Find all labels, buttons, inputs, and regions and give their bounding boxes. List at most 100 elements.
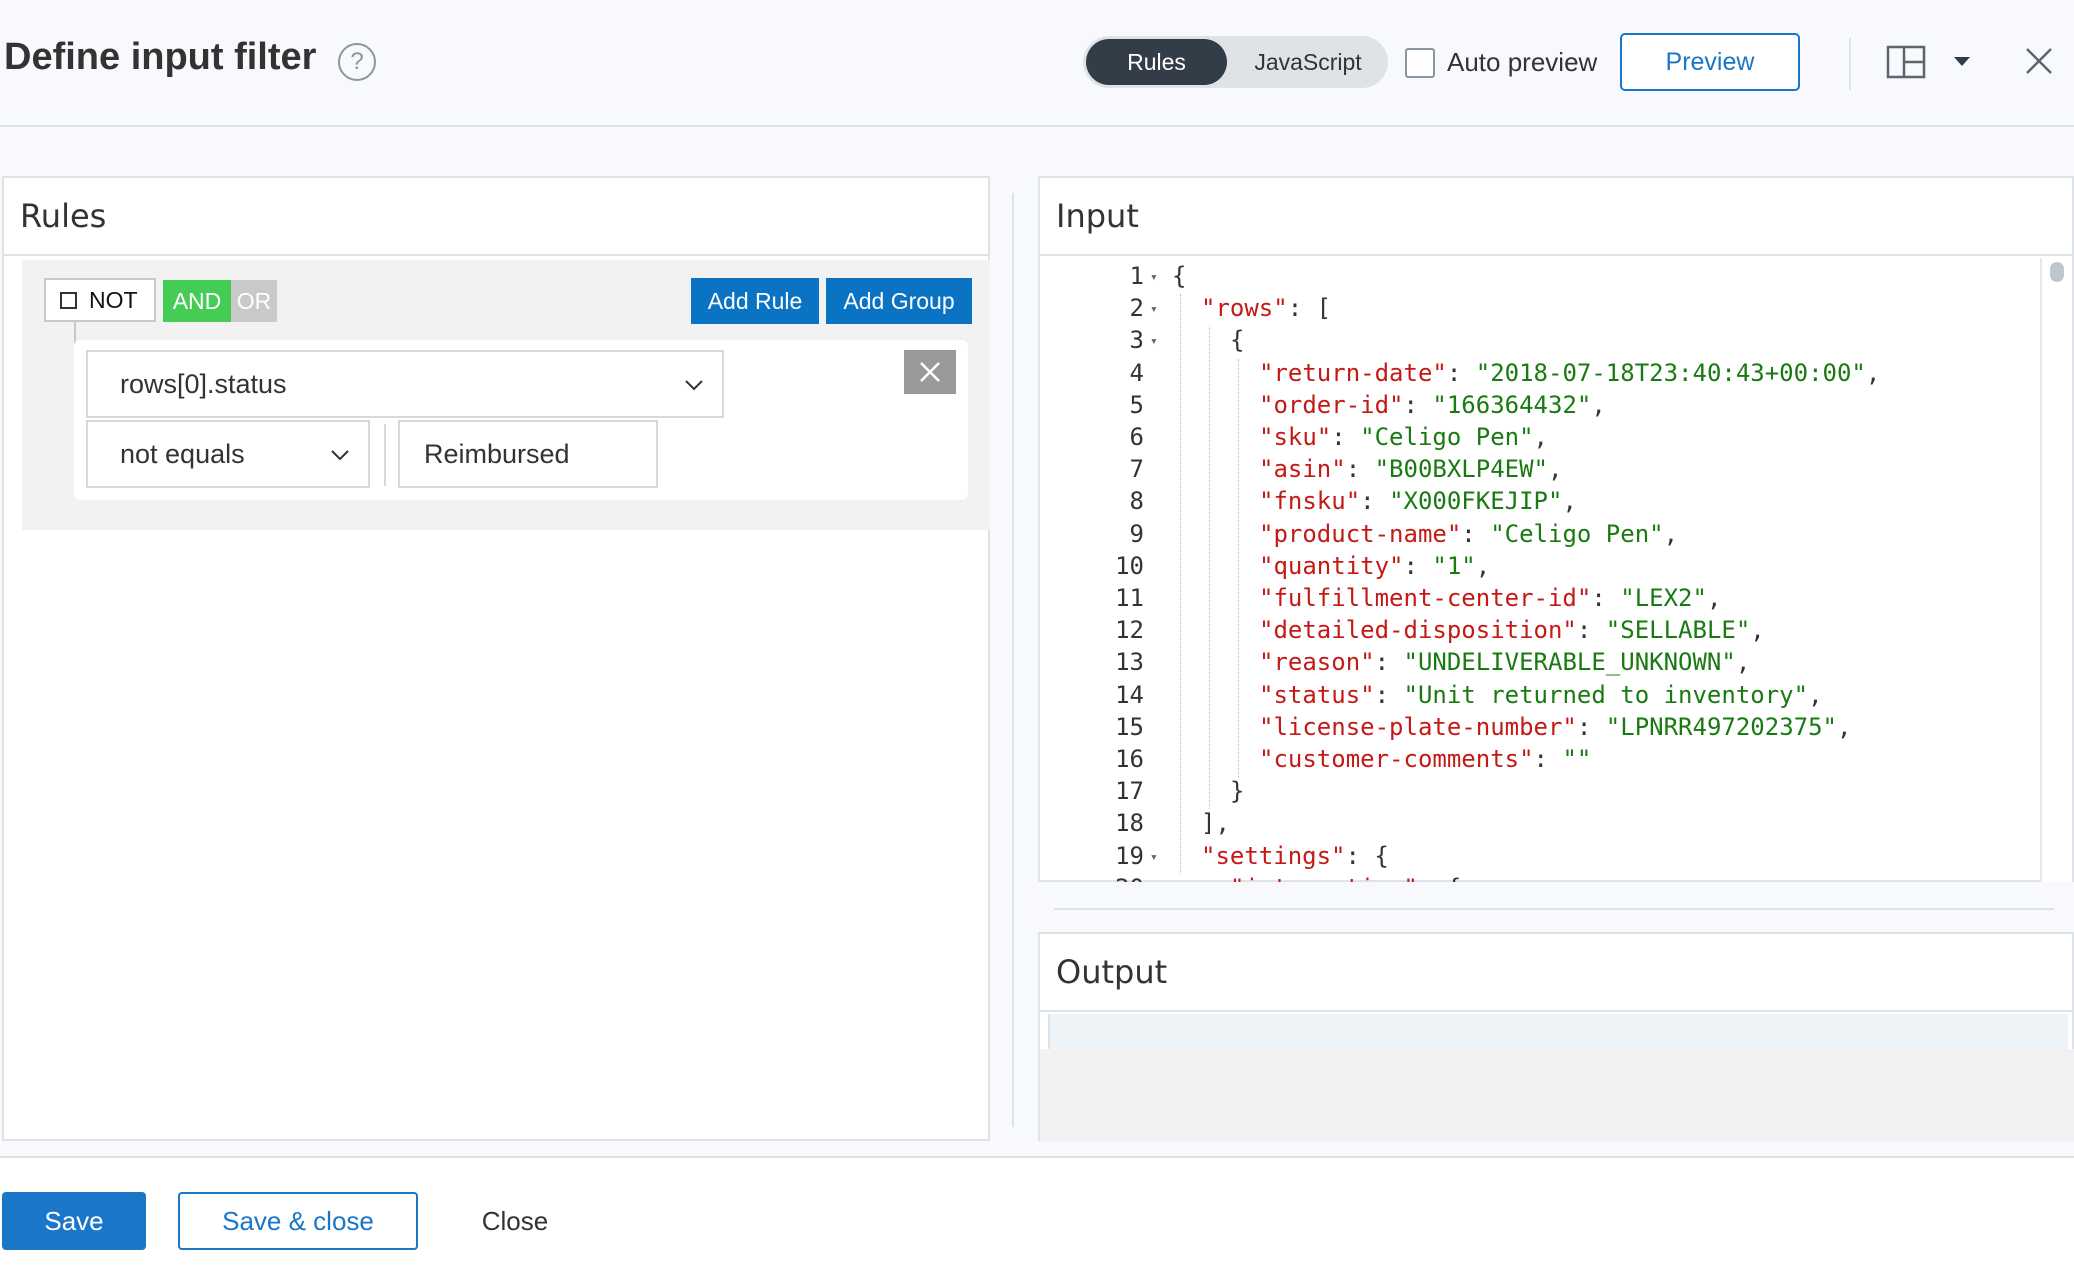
close-icon: [920, 362, 940, 382]
json-string: "Celigo Pen": [1490, 519, 1664, 548]
line-number: 7: [1129, 455, 1144, 484]
json-key: "customer-comments": [1259, 745, 1534, 773]
editor-scrollbar[interactable]: [2040, 258, 2072, 882]
json-punctuation: ,: [1735, 648, 1751, 677]
json-string: "LPNRR497202375": [1605, 712, 1837, 741]
json-string: "166364432": [1432, 390, 1592, 419]
indent-guide: [1209, 326, 1210, 810]
auto-preview-checkbox[interactable]: [1405, 47, 1435, 78]
operator-select[interactable]: not equals: [86, 420, 370, 488]
json-punctuation: }: [1230, 777, 1245, 806]
save-button[interactable]: Save: [2, 1192, 146, 1250]
auto-preview-toggle[interactable]: Auto preview: [1405, 47, 1597, 78]
close-icon[interactable]: [2023, 45, 2055, 82]
code-line: "license-plate-number": "LPNRR497202375"…: [1259, 713, 1851, 741]
field-select-value: rows[0].status: [120, 368, 287, 399]
line-number: 14: [1115, 680, 1144, 709]
code-line: "asin": "B00BXLP4EW",: [1259, 455, 1562, 483]
json-punctuation: {: [1172, 262, 1187, 290]
input-code-editor[interactable]: 1 ▾ {2 ▾ "rows": [3 ▾ {4 "return-date": "2018-0…: [1040, 258, 2040, 882]
json-punctuation: ,: [1663, 519, 1679, 548]
json-punctuation: :: [1403, 551, 1433, 580]
line-number: 10: [1115, 551, 1144, 580]
json-punctuation: :: [1533, 745, 1563, 773]
json-string: "B00BXLP4EW": [1374, 455, 1548, 484]
close-button[interactable]: Close: [460, 1192, 570, 1250]
json-punctuation: : [: [1287, 294, 1332, 323]
indent-guide: [1180, 294, 1181, 874]
page-title: Define input filter: [4, 36, 317, 78]
json-string: "LEX2": [1620, 584, 1707, 612]
and-button[interactable]: AND: [163, 280, 231, 322]
line-number: 12: [1115, 616, 1144, 645]
json-key: "integration": [1230, 874, 1418, 882]
not-checkbox-square[interactable]: [60, 291, 77, 309]
fold-arrow-icon[interactable]: ▾: [1150, 302, 1158, 317]
value-input[interactable]: Reimbursed: [398, 420, 658, 488]
line-number: 11: [1115, 584, 1144, 612]
output-code-editor[interactable]: [1048, 1014, 2068, 1049]
json-key: "status": [1259, 680, 1375, 709]
or-button[interactable]: OR: [231, 280, 277, 322]
add-rule-button[interactable]: Add Rule: [691, 278, 819, 324]
chevron-down-icon: [1954, 57, 1970, 66]
code-line: "customer-comments": "": [1259, 745, 1591, 773]
json-punctuation: ],: [1201, 809, 1230, 838]
json-key: "fnsku": [1259, 487, 1361, 516]
toggle-javascript[interactable]: JavaScript: [1233, 39, 1383, 85]
code-line: "order-id": "166364432",: [1259, 391, 1606, 419]
code-line: {: [1230, 326, 1244, 354]
json-punctuation: :: [1576, 712, 1606, 741]
json-punctuation: ,: [1591, 390, 1606, 419]
panel-separator[interactable]: [1054, 908, 2054, 910]
json-string: "X000FKEJIP": [1389, 487, 1563, 516]
json-key: "license-plate-number": [1259, 712, 1577, 741]
json-key: "rows": [1201, 294, 1288, 323]
code-line: "product-name": "Celigo Pen",: [1259, 520, 1678, 548]
operator-select-value: not equals: [120, 438, 245, 469]
auto-preview-label: Auto preview: [1447, 47, 1598, 77]
line-number: 15: [1115, 712, 1144, 741]
delete-rule-button[interactable]: [904, 350, 956, 394]
save-close-button[interactable]: Save & close: [178, 1192, 418, 1250]
json-punctuation: :: [1360, 487, 1390, 516]
line-number: 16: [1115, 745, 1144, 773]
line-number: 17: [1115, 777, 1144, 806]
json-key: "sku": [1259, 423, 1332, 451]
scrollbar-thumb[interactable]: [2050, 262, 2064, 282]
code-line: "fulfillment-center-id": "LEX2",: [1259, 584, 1721, 612]
json-key: "order-id": [1259, 390, 1404, 419]
line-number: 5: [1129, 390, 1144, 419]
line-number: 19: [1115, 841, 1144, 870]
line-number: 2: [1129, 294, 1144, 323]
input-panel-title: Input: [1040, 178, 2072, 256]
line-number: 8: [1129, 487, 1144, 516]
header-divider: [1849, 38, 1851, 90]
add-group-button[interactable]: Add Group: [826, 278, 972, 324]
dialog-header: Define input filter ? Rules JavaScript A…: [0, 0, 2074, 127]
layout-icon[interactable]: [1886, 45, 1976, 86]
code-line: "rows": [: [1201, 294, 1331, 322]
preview-button[interactable]: Preview: [1620, 33, 1800, 91]
dialog-footer: Save Save & close Close: [0, 1156, 2074, 1278]
indent-guide: [1238, 358, 1239, 778]
code-line: "reason": "UNDELIVERABLE_UNKNOWN",: [1259, 648, 1750, 676]
line-number: 6: [1129, 423, 1144, 451]
fold-arrow-icon[interactable]: ▾: [1150, 334, 1158, 349]
line-number: 9: [1129, 519, 1144, 548]
json-string: "": [1562, 745, 1592, 773]
json-punctuation: ,: [1865, 358, 1881, 387]
code-line: "return-date": "2018-07-18T23:40:43+00:0…: [1259, 359, 1880, 387]
fold-arrow-icon[interactable]: ▾: [1150, 850, 1158, 865]
json-punctuation: ,: [1836, 712, 1852, 741]
help-icon[interactable]: ?: [338, 43, 376, 81]
code-line: "detailed-disposition": "SELLABLE",: [1259, 616, 1765, 644]
code-line: ],: [1201, 809, 1230, 837]
field-select[interactable]: rows[0].status: [86, 350, 724, 418]
toggle-rules[interactable]: Rules: [1086, 39, 1227, 85]
not-checkbox[interactable]: NOT: [44, 278, 156, 322]
code-line: "settings": {: [1201, 842, 1389, 870]
fold-arrow-icon[interactable]: ▾: [1150, 270, 1158, 285]
panel-divider[interactable]: [1012, 193, 1014, 1127]
input-panel: Input 1 ▾ {2 ▾ "rows": [3 ▾ {4 "return-date": "…: [1038, 176, 2074, 882]
